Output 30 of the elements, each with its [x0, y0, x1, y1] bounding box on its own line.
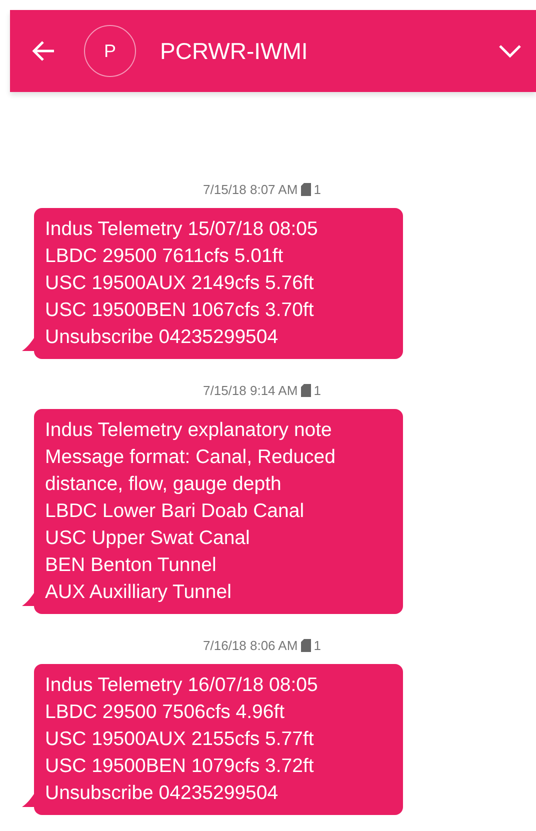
sim-card-icon: [300, 384, 311, 396]
sim-card-icon: [300, 182, 311, 196]
message-line: BEN Benton Tunnel: [45, 553, 218, 578]
message-timestamp: 7/15/18 9:14 AM: [203, 382, 298, 398]
message-line: LBDC 29500 7611cfs 5.01ft: [45, 244, 284, 269]
message-timestamp: 7/15/18 8:07 AM: [203, 182, 298, 196]
message-line: AUX Auxilliary Tunnel: [45, 580, 232, 605]
message-line: LBDC Lower Bari Doab Canal: [45, 499, 306, 524]
message-line: distance, flow, gauge depth: [45, 472, 282, 497]
message-line: Unsubscribe 04235299504: [45, 781, 280, 806]
sim-number: 1: [314, 182, 321, 196]
message-line: USC 19500BEN 1079cfs 3.72ft: [45, 754, 315, 779]
message-timestamp: 7/16/18 8:06 AM: [203, 638, 298, 652]
back-arrow-icon[interactable]: [32, 40, 56, 62]
message-line: Indus Telemetry 16/07/18 08:05: [45, 673, 319, 698]
message-line: USC 19500BEN 1067cfs 3.70ft: [45, 298, 315, 323]
message-line: USC Upper Swat Canal: [45, 526, 251, 551]
message-line: Indus Telemetry explanatory note: [45, 418, 333, 443]
sim-card-icon: [300, 638, 311, 652]
message-line: LBDC 29500 7506cfs 4.96ft: [45, 700, 286, 725]
message-line: Unsubscribe 04235299504: [45, 325, 280, 350]
message-line: Message format: Canal, Reduced: [45, 445, 336, 470]
message-line: USC 19500AUX 2149cfs 5.76ft: [45, 271, 315, 296]
sim-number: 1: [314, 638, 321, 652]
message-line: Indus Telemetry 15/07/18 08:05: [45, 217, 319, 242]
message-line: USC 19500AUX 2155cfs 5.77ft: [45, 727, 315, 752]
chevron-down-icon[interactable]: [498, 44, 522, 58]
sim-number: 1: [314, 382, 321, 398]
contact-name: PCRWR-IWMI: [160, 38, 309, 64]
avatar: P: [84, 25, 136, 77]
